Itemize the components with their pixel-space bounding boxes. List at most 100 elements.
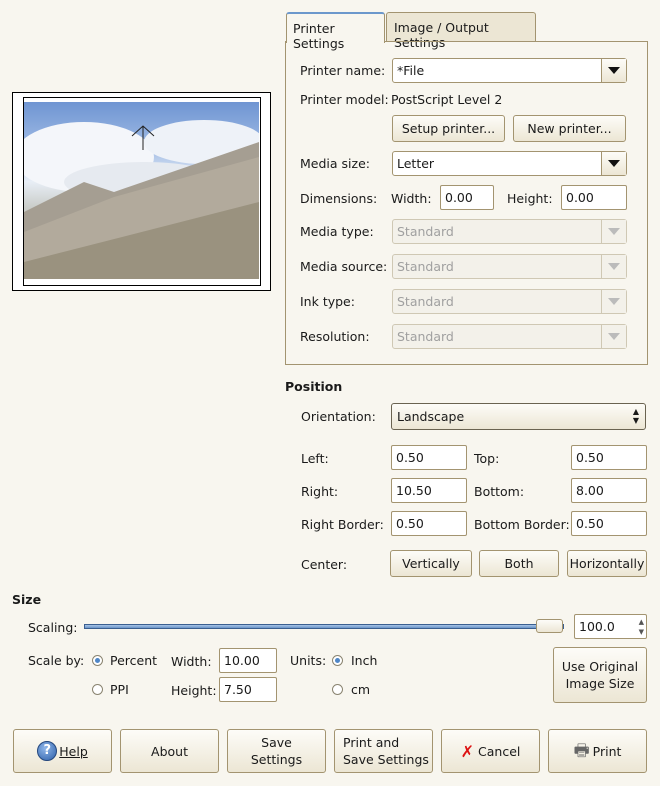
combo-value: Standard (397, 259, 454, 274)
size-width-input[interactable]: 10.00 (219, 648, 277, 673)
ppi-label: PPI (110, 682, 129, 697)
about-button[interactable]: About (120, 729, 219, 773)
button-label: Cancel (478, 743, 521, 759)
ink-type-combo[interactable]: Standard (392, 289, 627, 314)
button-label: Print and (343, 735, 400, 750)
updown-arrow-icon: ▲ ▼ (632, 407, 639, 425)
size-width-label: Width: (171, 654, 212, 669)
button-label: Vertically (402, 556, 460, 571)
left-input[interactable]: 0.50 (391, 445, 467, 470)
help-button[interactable]: ? Help (13, 729, 112, 773)
percent-label: Percent (110, 653, 158, 668)
input-value: 10.00 (224, 653, 260, 668)
size-title: Size (12, 592, 42, 607)
dropdown-arrow-icon (601, 290, 626, 313)
top-input[interactable]: 0.50 (571, 445, 647, 470)
ink-type-label: Ink type: (300, 294, 355, 309)
print-and-save-settings-button[interactable]: Print and Save Settings (334, 729, 433, 773)
right-input[interactable]: 10.50 (391, 478, 467, 503)
tab-image-output-settings[interactable]: Image / Output Settings (386, 12, 536, 50)
size-height-label: Height: (171, 683, 217, 698)
input-value: 7.50 (224, 682, 252, 697)
printer-model-label: Printer model: (300, 92, 389, 107)
scaling-spinbutton[interactable]: 100.0 ▲ ▼ (574, 614, 647, 639)
save-settings-button[interactable]: Save Settings (227, 729, 326, 773)
combo-value: *File (397, 63, 425, 78)
dropdown-arrow-icon (601, 220, 626, 243)
bottom-input[interactable]: 8.00 (571, 478, 647, 503)
spin-arrows-icon[interactable]: ▲ ▼ (639, 617, 644, 637)
bottom-border-input[interactable]: 0.50 (571, 511, 647, 536)
dim-width-input[interactable]: 0.00 (440, 185, 494, 210)
media-type-label: Media type: (300, 224, 374, 239)
ppi-radio[interactable] (92, 684, 103, 695)
media-type-combo[interactable]: Standard (392, 219, 627, 244)
input-value: 0.50 (396, 516, 424, 531)
cancel-x-icon: ✗ (460, 741, 475, 761)
input-value: 10.50 (396, 483, 432, 498)
scaling-slider-handle[interactable] (536, 619, 563, 633)
right-border-input[interactable]: 0.50 (391, 511, 467, 536)
size-height-input[interactable]: 7.50 (219, 677, 277, 702)
button-label: Help (59, 743, 88, 759)
printer-icon: 🖶 (573, 740, 590, 761)
input-value: 0.00 (445, 190, 473, 205)
right-border-label: Right Border: (301, 517, 384, 532)
button-label: Save Settings (343, 752, 429, 767)
center-vertically-button[interactable]: Vertically (390, 550, 472, 577)
center-label: Center: (301, 557, 348, 572)
media-size-label: Media size: (300, 156, 370, 171)
percent-radio[interactable] (92, 655, 103, 666)
units-label: Units: (290, 653, 327, 668)
new-printer-button[interactable]: New printer... (513, 115, 626, 142)
resolution-combo[interactable]: Standard (392, 324, 627, 349)
button-label: Save (261, 735, 292, 750)
inch-radio[interactable] (332, 655, 343, 666)
input-value: 100.0 (579, 619, 615, 634)
dropdown-arrow-icon (601, 325, 626, 348)
center-horizontally-button[interactable]: Horizontally (567, 550, 647, 577)
orientation-select[interactable]: Landscape ▲ ▼ (391, 403, 646, 430)
cm-label: cm (351, 682, 371, 697)
button-label: Settings (250, 752, 303, 767)
combo-value: Standard (397, 294, 454, 309)
media-size-combo[interactable]: Letter (392, 151, 627, 176)
scaling-slider[interactable] (84, 624, 564, 629)
dimensions-label: Dimensions: (300, 191, 378, 206)
setup-printer-button[interactable]: Setup printer... (392, 115, 505, 142)
center-both-button[interactable]: Both (479, 550, 559, 577)
scaling-label: Scaling: (28, 620, 78, 635)
tab-printer-settings[interactable]: Printer Settings (286, 12, 385, 51)
button-label: Setup printer... (401, 121, 496, 136)
button-label: About (151, 743, 188, 759)
media-source-combo[interactable]: Standard (392, 254, 627, 279)
dropdown-arrow-icon (601, 152, 626, 175)
inch-label: Inch (351, 653, 378, 668)
dropdown-arrow-icon (601, 59, 626, 82)
input-value: 0.50 (576, 516, 604, 531)
print-preview (12, 92, 271, 291)
cancel-button[interactable]: ✗ Cancel (441, 729, 540, 773)
combo-value: Standard (397, 329, 454, 344)
combo-value: Letter (397, 156, 435, 171)
cm-radio[interactable] (332, 684, 343, 695)
right-label: Right: (301, 484, 339, 499)
button-label: Image Size (565, 676, 635, 691)
help-icon: ? (37, 741, 58, 761)
use-original-size-button[interactable]: Use Original Image Size (553, 647, 647, 703)
left-label: Left: (301, 451, 329, 466)
input-value: 8.00 (576, 483, 604, 498)
bottom-border-label: Bottom Border: (474, 517, 570, 532)
dim-width-label: Width: (391, 191, 432, 206)
button-label: Use Original (561, 659, 639, 674)
preview-image (24, 102, 259, 279)
input-value: 0.50 (396, 450, 424, 465)
orientation-label: Orientation: (301, 409, 376, 424)
dim-height-input[interactable]: 0.00 (561, 185, 627, 210)
scale-by-label: Scale by: (28, 653, 85, 668)
button-label: Both (504, 556, 534, 571)
button-label: Print (592, 743, 622, 759)
printer-name-combo[interactable]: *File (392, 58, 627, 83)
position-title: Position (285, 379, 343, 394)
print-button[interactable]: 🖶 Print (548, 729, 647, 773)
